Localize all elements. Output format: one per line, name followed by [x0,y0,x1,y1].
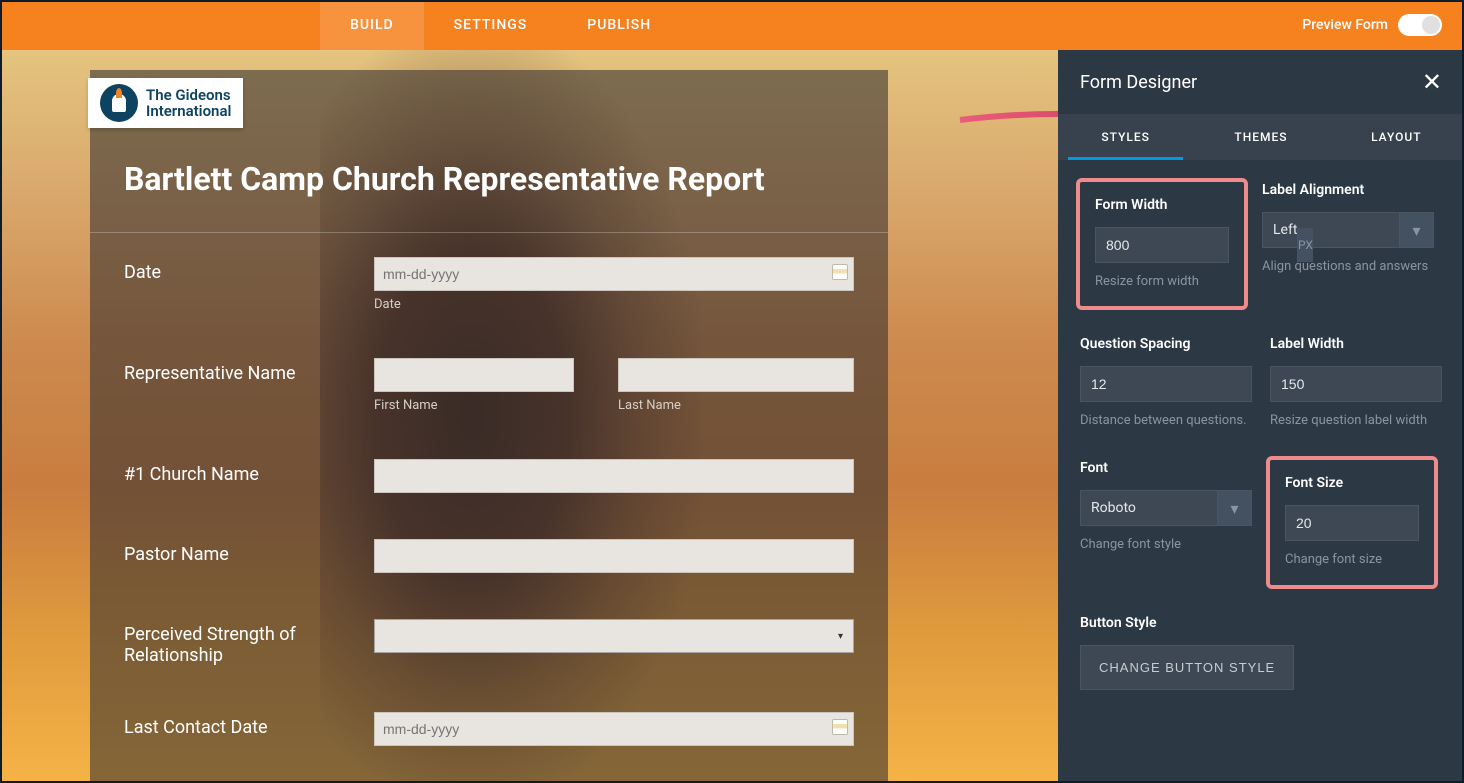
lastname-sublabel: Last Name [618,398,854,413]
tab-layout[interactable]: LAYOUT [1329,114,1464,160]
lastname-input[interactable] [618,358,854,392]
form-width-label: Form Width [1095,197,1229,213]
logo-line1: The Gideons [146,87,231,104]
chevron-down-icon: ▾ [1412,221,1420,240]
pastor-label: Pastor Name [124,539,374,565]
font-size-label: Font Size [1285,475,1419,491]
form-designer-panel: Form Designer ✕ STYLES THEMES LAYOUT For… [1058,50,1464,783]
date-input[interactable] [374,257,854,291]
calendar-icon[interactable] [832,719,848,735]
chevron-down-icon: ▾ [1230,499,1238,518]
top-nav-group: BUILD SETTINGS PUBLISH [320,0,681,50]
top-navbar: BUILD SETTINGS PUBLISH Preview Form [0,0,1464,50]
torch-icon [100,84,138,122]
tab-styles[interactable]: STYLES [1058,114,1193,160]
firstname-sublabel: First Name [374,398,574,413]
tab-themes[interactable]: THEMES [1193,114,1328,160]
button-style-label: Button Style [1080,615,1442,631]
preview-form-toggle[interactable] [1398,14,1442,36]
label-width-input[interactable] [1271,367,1464,401]
font-size-block: Font Size PX Change font size [1266,456,1438,588]
org-logo: The Gideons International [88,78,243,128]
strength-label: Perceived Strength of Relationship [124,619,374,666]
button-style-block: Button Style CHANGE BUTTON STYLE [1080,615,1442,690]
form-width-help: Resize form width [1095,273,1229,291]
date-sublabel: Date [374,297,854,312]
question-spacing-block: Question Spacing PX Distance between que… [1080,336,1252,430]
close-icon[interactable]: ✕ [1422,68,1442,96]
font-size-help: Change font size [1285,551,1419,569]
preview-form-area: Preview Form [1302,14,1442,36]
label-width-block: Label Width PX Resize question label wid… [1270,336,1442,430]
question-spacing-input[interactable] [1081,367,1282,401]
form-width-input[interactable] [1096,228,1297,262]
panel-title: Form Designer [1080,72,1197,93]
font-size-input[interactable] [1286,506,1464,540]
change-button-style-button[interactable]: CHANGE BUTTON STYLE [1080,645,1294,690]
unit-px: PX [1297,228,1313,262]
panel-tabs: STYLES THEMES LAYOUT [1058,114,1464,160]
preview-form-label: Preview Form [1302,17,1388,33]
font-dropdown[interactable]: ▾ [1217,491,1251,525]
toggle-knob [1422,16,1440,34]
church-label: #1 Church Name [124,459,374,485]
question-spacing-label: Question Spacing [1080,336,1252,352]
label-alignment-label: Label Alignment [1262,182,1434,198]
logo-line2: International [146,103,231,120]
calendar-icon[interactable] [832,264,848,280]
form-preview: The Gideons International Bartlett Camp … [90,70,888,783]
font-block: Font Roboto ▾ Change font style [1080,460,1252,584]
nav-build[interactable]: BUILD [320,0,424,50]
date-label: Date [124,257,374,283]
repname-label: Representative Name [124,358,374,384]
form-width-block: Form Width PX Resize form width [1076,178,1248,310]
question-spacing-help: Distance between questions. [1080,412,1252,430]
church-input[interactable] [374,459,854,493]
font-label: Font [1080,460,1252,476]
chevron-down-icon: ▾ [838,631,843,642]
font-help: Change font style [1080,536,1252,554]
strength-select[interactable]: ▾ [374,619,854,653]
nav-settings[interactable]: SETTINGS [424,0,558,50]
pastor-input[interactable] [374,539,854,573]
font-value: Roboto [1081,491,1217,525]
lastcontact-label: Last Contact Date [124,712,374,738]
label-width-label: Label Width [1270,336,1442,352]
nav-publish[interactable]: PUBLISH [557,0,681,50]
label-width-help: Resize question label width [1270,412,1442,430]
label-alignment-dropdown[interactable]: ▾ [1399,213,1433,247]
lastcontact-input[interactable] [374,712,854,746]
firstname-input[interactable] [374,358,574,392]
